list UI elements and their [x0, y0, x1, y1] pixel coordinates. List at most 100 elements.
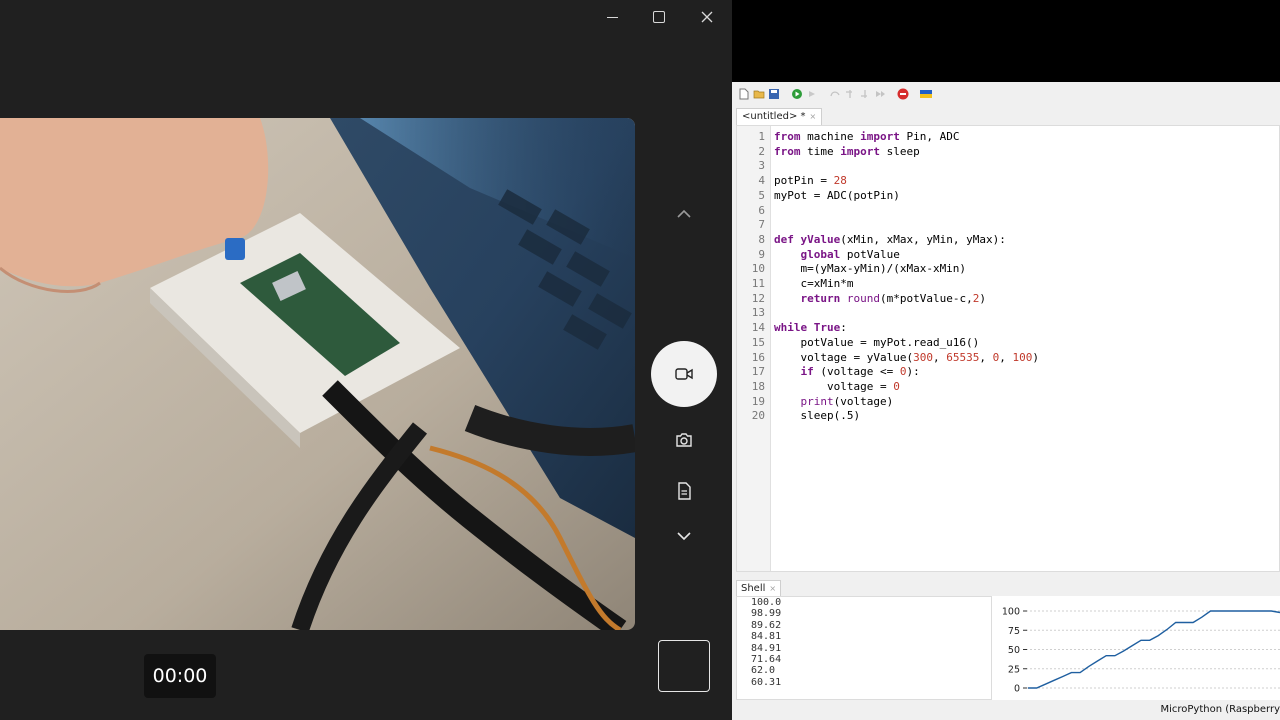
- code-line[interactable]: 1 from machine import Pin, ADC: [737, 129, 1277, 144]
- resume-icon[interactable]: [874, 88, 886, 100]
- line-number: 5: [758, 188, 765, 202]
- plot-tick-label: 100: [1002, 607, 1020, 618]
- shell-output-line: 89.62: [751, 619, 782, 631]
- code-editor[interactable]: 1 from machine import Pin, ADC 2 from time …: [736, 125, 1280, 572]
- code-text: return round(m*potValue-c,2): [800, 291, 986, 305]
- ukraine-flag-icon[interactable]: [920, 88, 932, 100]
- plot-tick-label: 0: [1014, 684, 1020, 695]
- line-number: 16: [751, 350, 765, 364]
- run-icon[interactable]: [791, 88, 803, 100]
- tab-close-icon[interactable]: ×: [810, 112, 817, 121]
- line-number: 18: [751, 379, 765, 393]
- debug-icon[interactable]: [806, 88, 818, 100]
- ide-toolbar: [732, 82, 1280, 106]
- plot-tick-label: 75: [1008, 626, 1020, 637]
- code-line[interactable]: 11 c=xMin*m: [737, 276, 1277, 291]
- code-line[interactable]: 7: [737, 217, 1277, 232]
- line-number: 7: [758, 218, 765, 232]
- shell-output-line: 60.31: [751, 676, 782, 688]
- shell-tab-bar: Shell ×: [736, 580, 782, 596]
- shell-tab-close-icon[interactable]: ×: [769, 584, 776, 593]
- close-icon[interactable]: [692, 6, 722, 28]
- shell-output-line: 71.64: [751, 654, 782, 665]
- tab-label: <untitled> *: [742, 111, 806, 122]
- code-line[interactable]: 19 print(voltage): [737, 394, 1277, 409]
- code-text: myPot = ADC(potPin): [774, 188, 900, 202]
- plotter-panel: 100 75 50 25 0: [992, 596, 1280, 700]
- code-text: print(voltage): [800, 394, 894, 408]
- code-line[interactable]: 16 voltage = yValue(300, 65535, 0, 100): [737, 350, 1277, 365]
- line-number: 3: [758, 159, 765, 173]
- shell-tab-label: Shell: [741, 583, 766, 594]
- shell-output-line: 62.0: [751, 665, 776, 677]
- line-number: 12: [751, 291, 765, 305]
- line-number: 17: [751, 365, 765, 379]
- gallery-thumbnail[interactable]: [658, 640, 710, 692]
- code-line[interactable]: 9 global potValue: [737, 247, 1277, 262]
- code-text: sleep(.5): [774, 409, 861, 423]
- code-line[interactable]: 8 def yValue(xMin, xMax, yMin, yMax):: [737, 232, 1277, 247]
- code-line[interactable]: 12 return round(m*potValue-c,2): [737, 291, 1277, 306]
- maximize-icon[interactable]: [644, 6, 674, 28]
- code-line[interactable]: 3: [737, 158, 1277, 173]
- code-text: if (voltage <= 0):: [800, 365, 920, 379]
- shell-output[interactable]: 100.0 98.99 89.62 84.81 84.91 71.64 62.0 60.31: [736, 596, 992, 700]
- document-icon[interactable]: [672, 479, 696, 503]
- camera-app-window: 00:00: [0, 0, 732, 720]
- line-number: 14: [751, 321, 765, 335]
- new-file-icon[interactable]: [738, 88, 750, 100]
- stop-icon[interactable]: [897, 88, 909, 100]
- tab-untitled[interactable]: <untitled> * ×: [736, 108, 823, 125]
- plot-tick-label: 50: [1008, 645, 1020, 656]
- shell-output-line: 98.99: [751, 608, 782, 620]
- line-number: 9: [758, 247, 765, 261]
- code-line[interactable]: 4 potPin = 28: [737, 173, 1277, 188]
- chevron-up-icon[interactable]: [670, 200, 698, 228]
- plot-tick-label: 25: [1008, 664, 1020, 675]
- code-line[interactable]: 14 while True:: [737, 320, 1277, 335]
- line-number: 19: [751, 394, 765, 408]
- code-text: potValue = myPot.read_u16(): [774, 335, 980, 349]
- code-text: while True:: [774, 321, 847, 335]
- code-text: m=(yMax-yMin)/(xMax-xMin): [774, 262, 967, 276]
- code-line[interactable]: 18 voltage = 0: [737, 379, 1277, 394]
- code-line[interactable]: 5 myPot = ADC(potPin): [737, 188, 1277, 203]
- editor-tab-bar: <untitled> * ×: [736, 108, 823, 125]
- code-line[interactable]: 6: [737, 203, 1277, 218]
- code-text: potPin = 28: [774, 174, 847, 188]
- thonny-ide-window: <untitled> * × 1 from machine import Pin,…: [732, 82, 1280, 720]
- save-icon[interactable]: [768, 88, 780, 100]
- code-text: from time import sleep: [774, 144, 920, 158]
- open-folder-icon[interactable]: [753, 88, 765, 100]
- shell-output-line: 84.81: [751, 631, 782, 643]
- code-line[interactable]: 10 m=(yMax-yMin)/(xMax-xMin): [737, 261, 1277, 276]
- line-number: 20: [751, 409, 765, 423]
- code-line[interactable]: 17 if (voltage <= 0):: [737, 364, 1277, 379]
- video-camera-icon[interactable]: [651, 341, 717, 407]
- recording-timer: 00:00: [144, 654, 216, 698]
- line-number: 13: [751, 306, 765, 320]
- code-line[interactable]: 20 sleep(.5): [737, 408, 1277, 423]
- chevron-down-icon[interactable]: [670, 522, 698, 550]
- step-into-icon[interactable]: [844, 88, 856, 100]
- step-over-icon[interactable]: [829, 88, 841, 100]
- code-line[interactable]: 15 potValue = myPot.read_u16(): [737, 335, 1277, 350]
- line-number: 6: [758, 203, 765, 217]
- code-line[interactable]: 13: [737, 305, 1277, 320]
- line-number: 4: [758, 174, 765, 188]
- code-text: voltage = yValue(300, 65535, 0, 100): [774, 350, 1039, 364]
- line-number: 1: [758, 130, 765, 143]
- tab-shell[interactable]: Shell ×: [736, 580, 782, 596]
- camera-icon[interactable]: [672, 428, 696, 452]
- line-number: 2: [758, 144, 765, 158]
- code-line[interactable]: 2 from time import sleep: [737, 144, 1277, 159]
- line-number: 8: [758, 232, 765, 246]
- minimize-icon[interactable]: [597, 6, 627, 28]
- shell-output-line: 84.91: [751, 642, 782, 654]
- step-out-icon[interactable]: [859, 88, 871, 100]
- status-bar-interpreter[interactable]: MicroPython (Raspberry: [1160, 704, 1280, 720]
- line-number: 15: [751, 335, 765, 349]
- code-text: voltage = 0: [774, 379, 900, 393]
- code-text: from machine import Pin, ADC: [774, 130, 960, 143]
- plotter-chart: 100 75 50 25 0: [1002, 607, 1280, 695]
